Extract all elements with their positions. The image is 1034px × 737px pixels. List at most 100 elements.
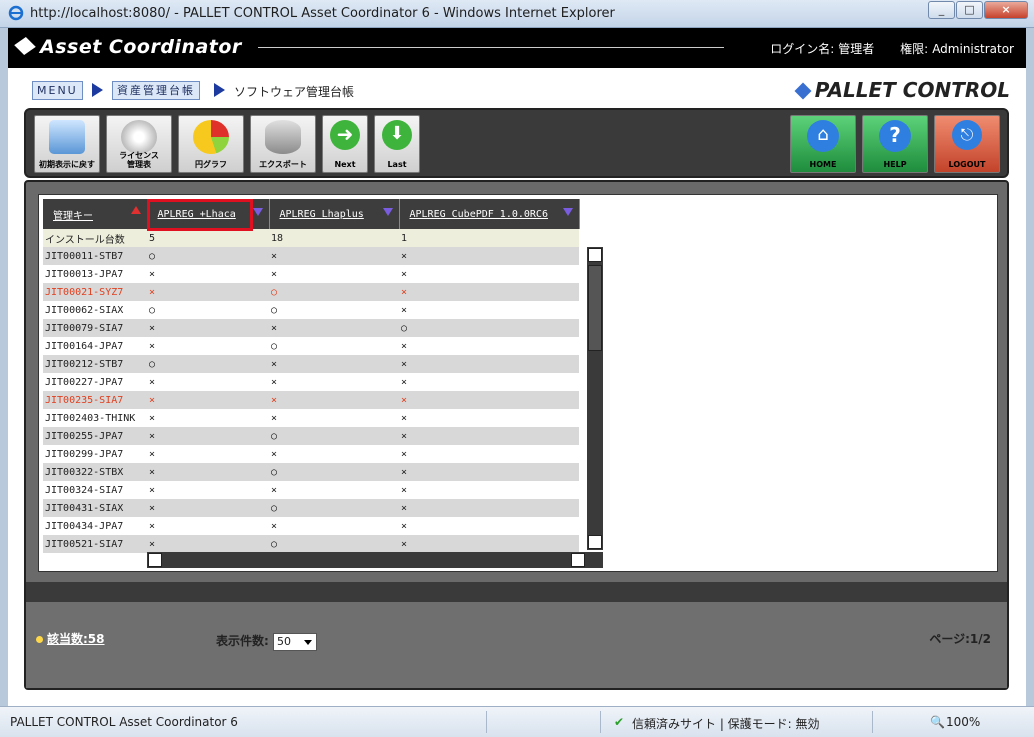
table-row[interactable]: JIT00235-SIA7 × × ×: [43, 391, 579, 409]
row-key-cell: JIT00062-SIAX: [43, 301, 147, 319]
grid-icon: [49, 120, 85, 154]
bullet-icon: [36, 636, 43, 643]
check-icon: ✔: [614, 715, 625, 729]
column-header-cubepdf[interactable]: APLREG CubePDF 1.0.0RC6: [399, 199, 580, 229]
reset-view-button[interactable]: 初期表示に戻す: [34, 115, 100, 173]
table-row[interactable]: JIT00322-STBX × ○ ×: [43, 463, 579, 481]
table-row[interactable]: JIT00062-SIAX ○ ○ ×: [43, 301, 579, 319]
zoom-level[interactable]: 100%: [946, 715, 980, 729]
table-row[interactable]: JIT00021-SYZ7 × ○ ×: [43, 283, 579, 301]
install-status-cell: ×: [147, 319, 269, 337]
scroll-right-arrow-icon[interactable]: [571, 553, 585, 567]
install-status-cell: ×: [399, 517, 579, 535]
home-button[interactable]: ⌂ HOME: [790, 115, 856, 173]
table-row[interactable]: JIT00324-SIA7 × × ×: [43, 481, 579, 499]
install-status-cell: ○: [269, 301, 399, 319]
asset-ledger-link[interactable]: 資産管理台帳: [112, 81, 200, 100]
table-row[interactable]: JIT00299-JPA7 × × ×: [43, 445, 579, 463]
install-status-cell: ×: [269, 409, 399, 427]
install-count-row: インストール台数 5 18 1: [43, 229, 579, 247]
last-button[interactable]: ⬇ Last: [374, 115, 420, 173]
table-row[interactable]: JIT002403-THINK × × ×: [43, 409, 579, 427]
row-key-cell: JIT00431-SIAX: [43, 499, 147, 517]
install-status-cell: ×: [269, 355, 399, 373]
close-button[interactable]: ×: [984, 1, 1028, 19]
vertical-scrollbar[interactable]: [587, 247, 603, 550]
table-row[interactable]: JIT00011-STB7 ○ × ×: [43, 247, 579, 265]
hit-count[interactable]: 該当数:58: [36, 630, 105, 647]
chevron-down-icon: [304, 639, 312, 645]
horizontal-scrollbar[interactable]: [147, 552, 603, 568]
scroll-left-arrow-icon[interactable]: [148, 553, 162, 567]
table-row[interactable]: JIT00212-STB7 ○ × ×: [43, 355, 579, 373]
logout-button[interactable]: ⎋ LOGOUT: [934, 115, 1000, 173]
table-row[interactable]: JIT00431-SIAX × ○ ×: [43, 499, 579, 517]
pie-chart-icon: [193, 120, 229, 154]
logout-door-icon: ⎋: [952, 120, 982, 150]
maximize-button[interactable]: □: [956, 1, 983, 19]
window-titlebar: http://localhost:8080/ - PALLET CONTROL …: [0, 0, 1034, 28]
breadcrumb-current: ソフトウェア管理台帳: [234, 85, 355, 99]
scroll-thumb[interactable]: [588, 265, 602, 351]
pallet-control-logo: PALLET CONTROL: [794, 78, 1010, 102]
minimize-button[interactable]: _: [928, 1, 955, 19]
table-row[interactable]: JIT00164-JPA7 × ○ ×: [43, 337, 579, 355]
ie-icon: [8, 5, 24, 21]
row-key-cell: JIT00235-SIA7: [43, 391, 147, 409]
browser-client: Asset Coordinator ログイン名: 管理者 権限: Administr…: [8, 28, 1026, 706]
row-key-cell: JIT00079-SIA7: [43, 319, 147, 337]
row-key-cell: JIT00212-STB7: [43, 355, 147, 373]
pager-footer: 該当数:58 表示件数: 50 ページ:1/2: [26, 602, 1007, 688]
security-zone[interactable]: 信頼済みサイト | 保護モード: 無効: [632, 715, 820, 732]
per-page-select[interactable]: 50: [273, 632, 317, 651]
browser-statusbar: PALLET CONTROL Asset Coordinator 6 ✔ 信頼済…: [0, 706, 1034, 737]
row-key-cell: JIT00521-SIA7: [43, 535, 147, 553]
install-status-cell: ×: [399, 373, 579, 391]
install-status-cell: ×: [399, 535, 579, 553]
disc-icon: [121, 120, 157, 154]
install-status-cell: ×: [147, 409, 269, 427]
database-export-icon: [265, 120, 301, 154]
table-row[interactable]: JIT00255-JPA7 × ○ ×: [43, 427, 579, 445]
install-status-cell: ×: [147, 337, 269, 355]
user-info: ログイン名: 管理者 権限: Administrator: [770, 42, 1014, 56]
scroll-up-arrow-icon[interactable]: [588, 248, 602, 262]
install-status-cell: ×: [399, 265, 579, 283]
install-status-cell: ×: [399, 283, 579, 301]
row-key-cell: JIT00299-JPA7: [43, 445, 147, 463]
table-row[interactable]: JIT00013-JPA7 × × ×: [43, 265, 579, 283]
install-status-cell: ×: [399, 337, 579, 355]
license-table-button[interactable]: ライセンス 管理表: [106, 115, 172, 173]
menu-link[interactable]: MENU: [32, 81, 83, 100]
toolbar: 初期表示に戻す ライセンス 管理表 円グラフ エクスポート ➜ Next ⬇ L…: [24, 108, 1009, 178]
window-title: http://localhost:8080/ - PALLET CONTROL …: [30, 6, 615, 21]
install-status-cell: ×: [147, 265, 269, 283]
app-logo: Asset Coordinator: [14, 36, 242, 58]
pie-chart-button[interactable]: 円グラフ: [178, 115, 244, 173]
table-row[interactable]: JIT00227-JPA7 × × ×: [43, 373, 579, 391]
export-button[interactable]: エクスポート: [250, 115, 316, 173]
row-key-cell: JIT00255-JPA7: [43, 427, 147, 445]
row-key-cell: JIT00011-STB7: [43, 247, 147, 265]
install-status-cell: ×: [399, 409, 579, 427]
scroll-down-arrow-icon[interactable]: [588, 535, 602, 549]
column-header-lhaca[interactable]: APLREG +Lhaca: [147, 199, 270, 229]
table-row[interactable]: JIT00079-SIA7 × × ○: [43, 319, 579, 337]
table-row[interactable]: JIT00521-SIA7 × ○ ×: [43, 535, 579, 553]
help-button[interactable]: ? HELP: [862, 115, 928, 173]
install-status-cell: ×: [399, 499, 579, 517]
install-status-cell: ×: [399, 247, 579, 265]
install-status-cell: ○: [269, 499, 399, 517]
column-header-key[interactable]: 管理キー: [43, 199, 148, 229]
row-key-cell: JIT00434-JPA7: [43, 517, 147, 535]
table-row[interactable]: JIT00434-JPA7 × × ×: [43, 517, 579, 535]
column-header-lhaplus[interactable]: APLREG Lhaplus: [269, 199, 400, 229]
next-button[interactable]: ➜ Next: [322, 115, 368, 173]
install-status-cell: ×: [147, 499, 269, 517]
install-status-cell: ×: [147, 373, 269, 391]
app-header: Asset Coordinator ログイン名: 管理者 権限: Administr…: [8, 28, 1026, 68]
home-icon: ⌂: [807, 120, 839, 152]
install-status-cell: ×: [147, 463, 269, 481]
install-status-cell: ×: [269, 517, 399, 535]
install-status-cell: ×: [147, 445, 269, 463]
